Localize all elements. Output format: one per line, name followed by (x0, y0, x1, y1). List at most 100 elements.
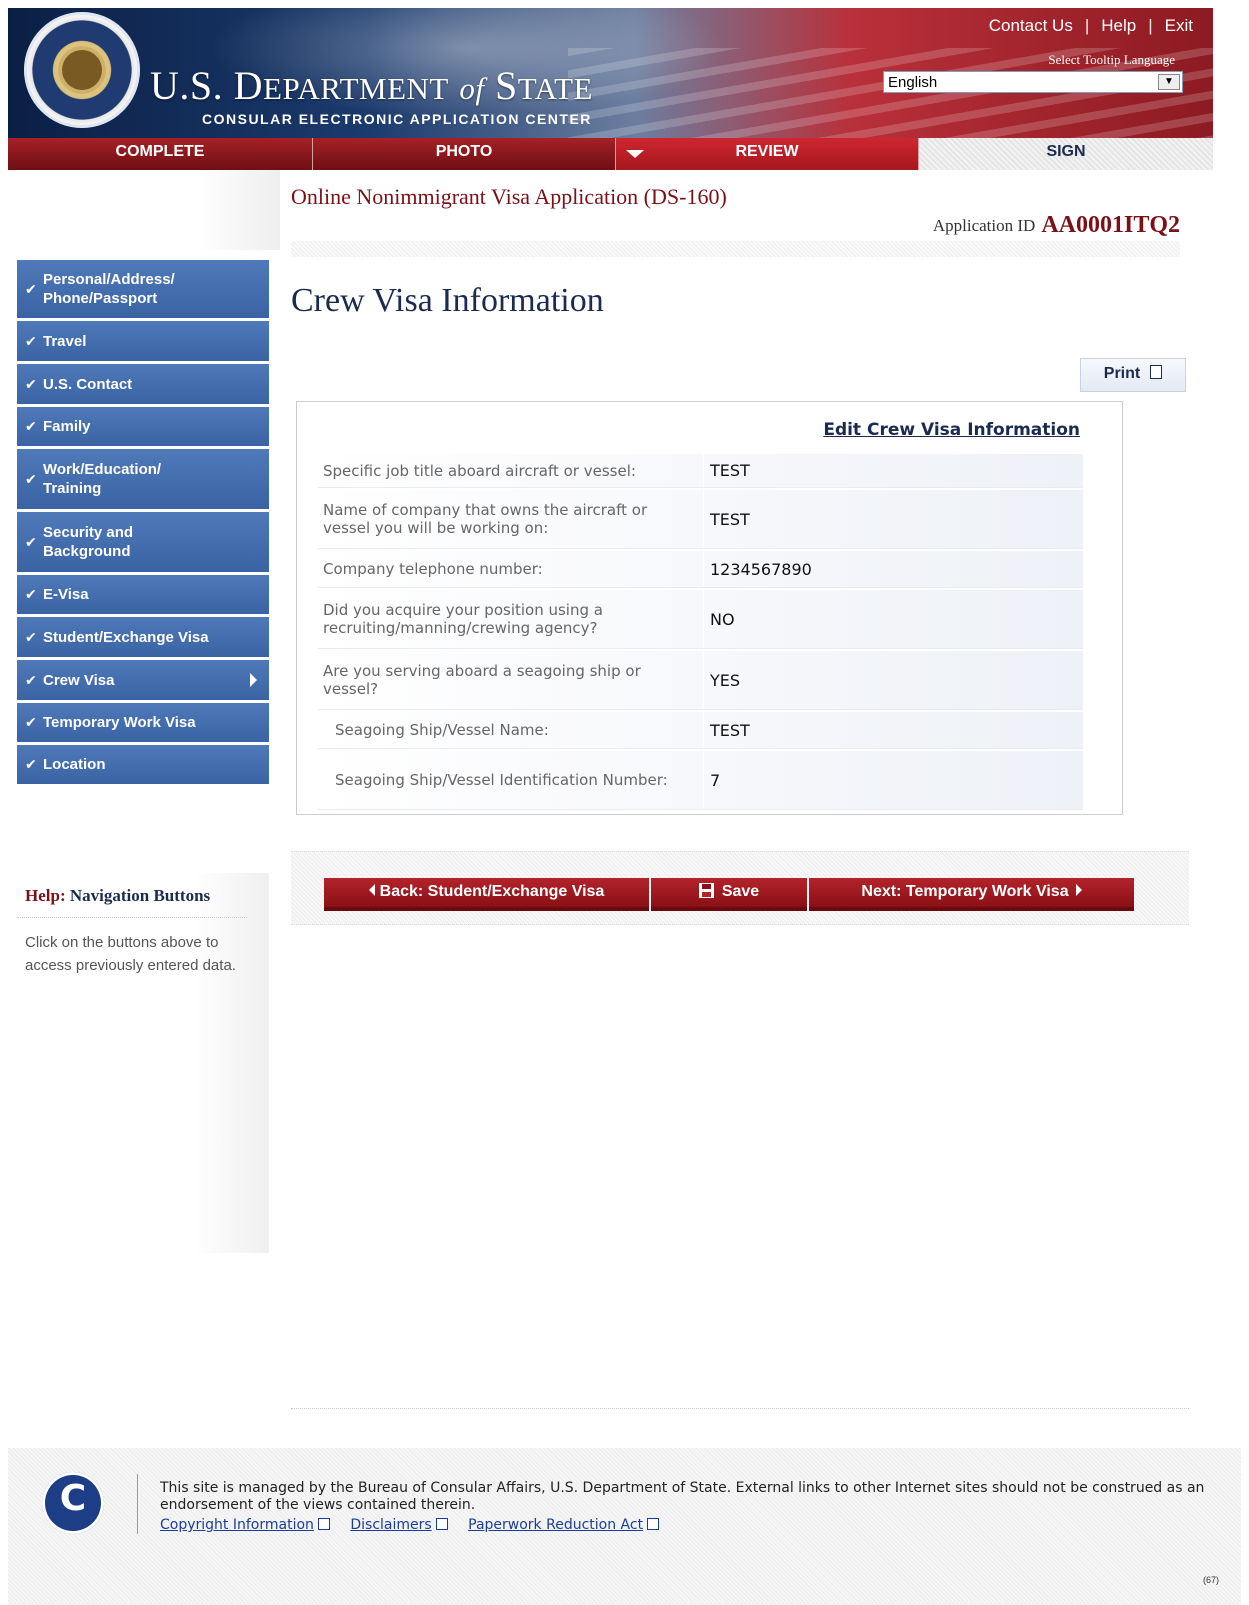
help-title-prefix: Help: (25, 886, 66, 905)
sidebar-item-security[interactable]: ✔ Security and Background (17, 512, 269, 575)
sidebar-item-label: Location (43, 756, 106, 773)
title-band (291, 241, 1180, 257)
checkmark-icon: ✔ (25, 628, 37, 645)
chevron-down-icon[interactable]: ▼ (1158, 74, 1180, 90)
answer: TEST (703, 490, 1083, 548)
document-icon (1150, 365, 1163, 379)
question: Did you acquire your position using a re… (323, 601, 603, 637)
sidebar-nav: ✔ Personal/Address/ Phone/Passport ✔ Trave… (17, 260, 269, 787)
tab-review[interactable]: REVIEW (616, 138, 919, 170)
print-label: Print (1103, 365, 1141, 382)
external-link-icon (647, 1518, 660, 1530)
help-link[interactable]: Help (1101, 16, 1136, 35)
sidebar-item-e-visa[interactable]: ✔ E-Visa (17, 575, 269, 617)
paperwork-reduction-link[interactable]: Paperwork Reduction Act (468, 1517, 660, 1533)
help-text: Click on the buttons above to access pre… (25, 934, 236, 974)
contact-us-link[interactable]: Contact Us (989, 16, 1073, 35)
question: Are you serving aboard a seagoing ship o… (323, 662, 641, 698)
next-label: Next: Temporary Work Visa (861, 883, 1069, 900)
question: Company telephone number: (323, 560, 543, 578)
sidebar-item-label: U.S. Contact (43, 375, 133, 393)
state-department-seal-icon (24, 12, 140, 128)
tooltip-language-label: Select Tooltip Language (1048, 52, 1175, 67)
table-row: Did you acquire your position using a re… (318, 590, 1083, 649)
sidebar-item-label: Temporary Work Visa (43, 714, 196, 731)
external-link-icon (435, 1518, 448, 1530)
checkmark-icon: ✔ (25, 375, 37, 392)
table-row: Specific job title aboard aircraft or ve… (318, 454, 1083, 488)
caret-down-icon (626, 150, 644, 158)
sidebar-item-student-exchange[interactable]: ✔ Student/Exchange Visa (17, 617, 269, 660)
save-label: Save (721, 883, 760, 900)
info-table: Specific job title aboard aircraft or ve… (318, 454, 1083, 812)
site-title: U.S. DEPARTMENT of STATE (150, 63, 593, 108)
question: Seagoing Ship/Vessel Name: (335, 721, 549, 739)
exit-link[interactable]: Exit (1165, 16, 1193, 35)
back-button[interactable]: Back: Student/Exchange Visa (324, 878, 649, 911)
table-row: Name of company that owns the aircraft o… (318, 490, 1083, 549)
checkmark-icon: ✔ (25, 756, 37, 772)
sidebar-top-shade (8, 170, 280, 250)
navigation-button-bar: Back: Student/Exchange Visa Save Next: T… (291, 851, 1189, 925)
help-title: Help: Navigation Buttons (25, 886, 210, 906)
logo-letter: C (59, 1478, 87, 1519)
language-value: English (888, 74, 938, 91)
external-link-icon (317, 1518, 330, 1530)
footer-disclaimer: This site is managed by the Bureau of Co… (160, 1480, 1205, 1513)
sidebar-item-travel[interactable]: ✔ Travel (17, 321, 269, 364)
disclaimers-label: Disclaimers (350, 1517, 432, 1533)
tab-photo[interactable]: PHOTO (313, 138, 616, 170)
sidebar-item-label: E-Visa (43, 586, 89, 603)
checkmark-icon: ✔ (25, 714, 37, 730)
sidebar-item-personal[interactable]: ✔ Personal/Address/ Phone/Passport (17, 260, 269, 321)
sidebar-item-label: Travel (43, 332, 87, 350)
back-label: Back: Student/Exchange Visa (379, 883, 605, 900)
sidebar-item-work-education[interactable]: ✔ Work/Education/ Training (17, 449, 269, 512)
crew-visa-info-panel: Edit Crew Visa Information Specific job … (296, 401, 1123, 815)
sidebar-item-family[interactable]: ✔ Family (17, 407, 269, 449)
sidebar-item-label: Family (43, 418, 91, 435)
answer: NO (703, 590, 1083, 648)
checkmark-icon: ✔ (25, 533, 37, 550)
save-button[interactable]: Save (651, 878, 807, 911)
copyright-link[interactable]: Copyright Information (160, 1517, 330, 1533)
copyright-label: Copyright Information (160, 1517, 314, 1533)
answer: 1234567890 (703, 551, 1083, 587)
edit-crew-visa-link[interactable]: Edit Crew Visa Information (823, 420, 1080, 440)
save-disk-icon (698, 883, 714, 898)
sidebar-item-temporary-work[interactable]: ✔ Temporary Work Visa (17, 703, 269, 745)
sidebar-item-label: Crew Visa (43, 671, 115, 689)
site-subtitle: CONSULAR ELECTRONIC APPLICATION CENTER (202, 111, 592, 127)
checkmark-icon: ✔ (25, 280, 37, 297)
print-button[interactable]: Print (1080, 358, 1186, 392)
application-id-value: AA0001ITQ2 (1041, 212, 1180, 238)
answer: YES (703, 651, 1083, 709)
tooltip-language-select[interactable]: English ▼ (883, 71, 1183, 93)
sidebar-item-location[interactable]: ✔ Location (17, 745, 269, 787)
help-panel: Help: Navigation Buttons Click on the bu… (17, 873, 269, 1253)
table-row: Seagoing Ship/Vessel Identification Numb… (318, 751, 1083, 810)
sidebar-item-crew-visa[interactable]: ✔ Crew Visa (17, 660, 269, 703)
footer-links: Copyright Information Disclaimers Paperw… (160, 1517, 675, 1533)
table-row: Are you serving aboard a seagoing ship o… (318, 651, 1083, 710)
application-id-label: Application ID (932, 216, 1036, 235)
answer: TEST (703, 454, 1083, 487)
divider (137, 1474, 138, 1534)
next-button[interactable]: Next: Temporary Work Visa (809, 878, 1134, 911)
chevron-right-icon (1075, 884, 1082, 896)
question: Specific job title aboard aircraft or ve… (323, 461, 636, 480)
tab-review-label: REVIEW (735, 143, 799, 160)
eagle-icon (62, 50, 102, 90)
paperwork-label: Paperwork Reduction Act (468, 1517, 644, 1533)
top-links: Contact Us | Help | Exit (989, 16, 1193, 36)
divider (291, 1408, 1189, 1409)
sidebar-item-us-contact[interactable]: ✔ U.S. Contact (17, 364, 269, 407)
checkmark-icon: ✔ (25, 332, 37, 349)
table-row: Company telephone number: 1234567890 (318, 551, 1083, 588)
question: Name of company that owns the aircraft o… (323, 501, 648, 537)
tab-sign[interactable]: SIGN (919, 138, 1213, 170)
checkmark-icon: ✔ (25, 418, 37, 434)
checkmark-icon: ✔ (25, 586, 37, 602)
tab-complete[interactable]: COMPLETE (8, 138, 313, 170)
disclaimers-link[interactable]: Disclaimers (350, 1517, 448, 1533)
